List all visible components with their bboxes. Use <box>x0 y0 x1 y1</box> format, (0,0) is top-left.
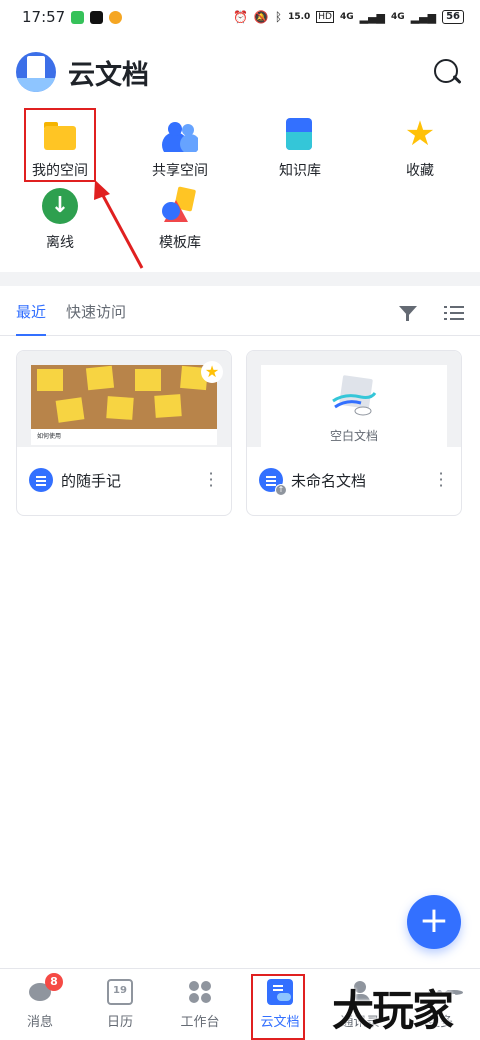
blank-doc-label: 空白文档 <box>329 429 378 443</box>
doc-card-untitled[interactable]: 空白文档 ↑ 未命名文档 · · · <box>246 350 462 516</box>
template-icon <box>162 188 198 224</box>
doc-thumbnail: 空白文档 <box>247 351 461 447</box>
quick-access-templates[interactable]: 模板库 <box>120 188 240 258</box>
list-view-icon[interactable] <box>444 303 464 323</box>
favorite-star-icon: ★ <box>201 361 223 383</box>
quick-access-offline[interactable]: ↓ 离线 <box>0 188 120 258</box>
signal-1: 4G <box>339 12 354 22</box>
doc-type-icon: ↑ <box>259 468 287 496</box>
quick-access-label: 收藏 <box>406 163 434 179</box>
nav-workbench[interactable]: 工作台 <box>160 969 240 1040</box>
battery-icon: 56 <box>442 10 464 24</box>
nav-label: 日历 <box>106 1015 133 1030</box>
quick-access-label: 知识库 <box>279 163 321 179</box>
unread-badge: 8 <box>45 973 63 991</box>
nav-label: 工作台 <box>180 1015 220 1030</box>
doc-banner: 如何使用 <box>31 429 217 445</box>
annotation-highlight-box <box>251 974 305 1040</box>
doc-name: 的随手记 <box>61 471 122 490</box>
weibo-icon <box>109 10 123 24</box>
nav-label: 消息 <box>26 1015 53 1030</box>
tab-quick-access[interactable]: 快速访问 <box>66 290 126 336</box>
status-time: 17:57 <box>22 8 66 26</box>
blank-doc-illustration-icon <box>332 375 377 416</box>
quick-access-label: 离线 <box>46 235 74 251</box>
bluetooth-icon: ᛒ <box>274 10 283 24</box>
chat-icon: 8 <box>27 973 63 1005</box>
status-bar: 17:57 ⏰ 🔕 ᛒ 15.0 HD 4G ▂▄▆ 4G ▂▄▆ 56 <box>0 0 480 34</box>
knowledge-base-icon <box>282 116 318 152</box>
mute-icon: 🔕 <box>253 10 269 24</box>
section-divider <box>0 272 480 286</box>
header: 云文档 <box>16 44 464 100</box>
offline-download-icon: ↓ <box>42 188 78 224</box>
more-vertical-icon[interactable]: · · · <box>203 466 219 494</box>
signal-bars-icon: ▂▄▆ <box>359 10 386 24</box>
filter-icon[interactable] <box>398 303 418 323</box>
quick-access-shared-space[interactable]: 共享空间 <box>120 116 240 186</box>
annotation-highlight-box <box>24 108 96 182</box>
wechat-icon <box>71 10 85 24</box>
alarm-icon: ⏰ <box>232 10 248 24</box>
nav-calendar[interactable]: 19 日历 <box>80 969 160 1040</box>
recent-tabs: 最近 快速访问 <box>0 290 480 336</box>
tiktok-icon <box>90 10 104 24</box>
doc-name: 未命名文档 <box>291 471 367 490</box>
quick-access-label: 共享空间 <box>152 163 208 179</box>
watermark-logo: 大玩家 <box>332 986 454 1035</box>
recent-doc-list: 如何使用 ★ 的随手记 · · · 空白文档 ↑ 未命名文档 · · · <box>16 350 464 516</box>
cloud-doc-logo-icon <box>16 52 56 92</box>
quick-access-favorites[interactable]: ★ 收藏 <box>360 116 480 186</box>
network-speed: 15.0 <box>288 12 311 22</box>
quick-access-knowledge-base[interactable]: 知识库 <box>240 116 360 186</box>
star-icon: ★ <box>404 114 436 154</box>
sticky-notes-image <box>31 365 217 433</box>
quick-access-label: 模板库 <box>159 235 201 251</box>
apps-icon <box>187 979 213 1005</box>
more-vertical-icon[interactable]: · · · <box>433 466 449 494</box>
signal-bars-icon: ▂▄▆ <box>410 10 437 24</box>
people-icon <box>162 116 198 152</box>
page-title: 云文档 <box>68 59 149 91</box>
calendar-icon: 19 <box>107 979 133 1005</box>
doc-thumbnail: 如何使用 ★ <box>17 351 231 447</box>
search-icon[interactable] <box>430 55 464 89</box>
doc-card-notes[interactable]: 如何使用 ★ 的随手记 · · · <box>16 350 232 516</box>
upload-pending-icon: ↑ <box>275 484 287 496</box>
hd-icon: HD <box>316 11 334 23</box>
tab-recent[interactable]: 最近 <box>16 290 47 336</box>
nav-messages[interactable]: 8 消息 <box>0 969 80 1040</box>
create-doc-button[interactable]: + <box>407 895 461 949</box>
doc-type-icon <box>29 468 53 492</box>
signal-2: 4G <box>391 12 405 22</box>
